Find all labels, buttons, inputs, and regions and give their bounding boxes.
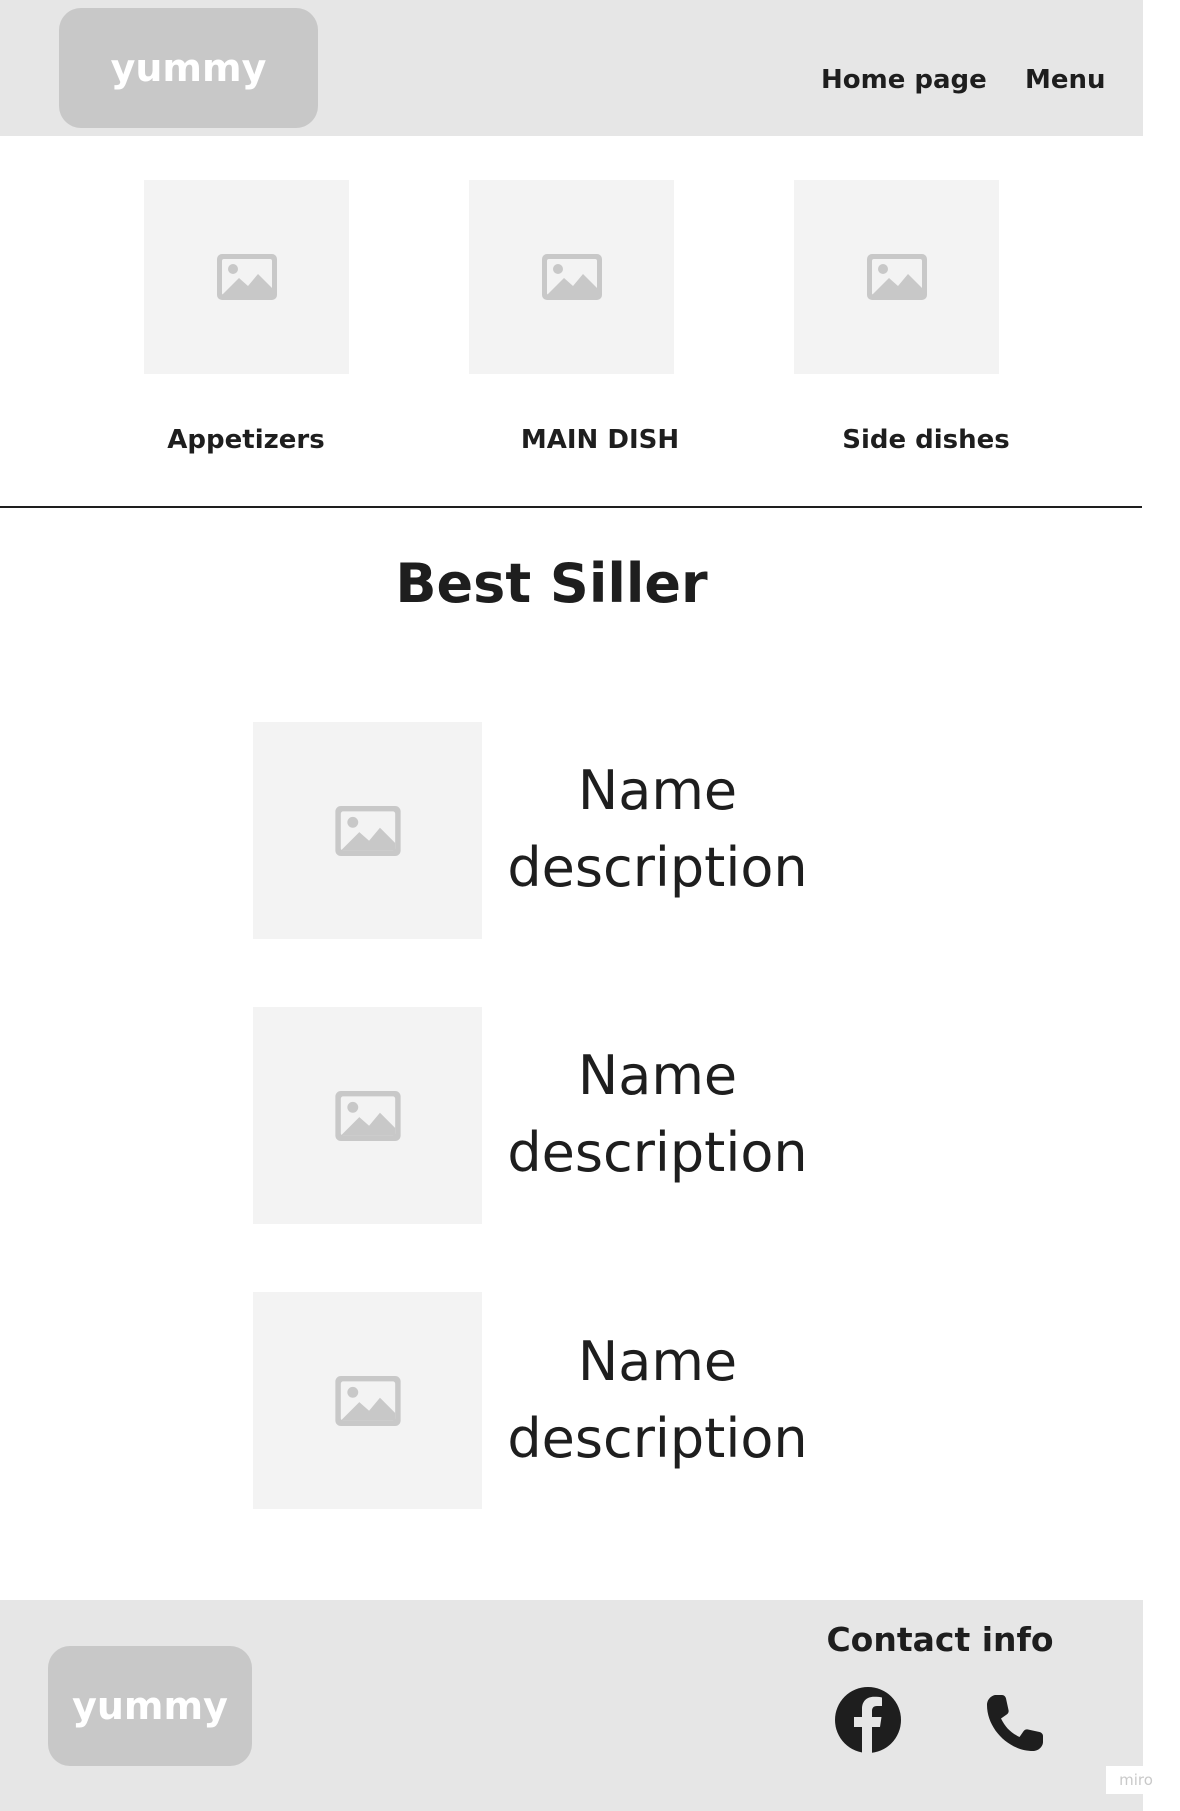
best-seller-item-name: Name: [577, 759, 738, 822]
image-placeholder-icon: [334, 1090, 401, 1141]
best-seller-item-description: description: [507, 1407, 808, 1470]
image-placeholder-icon: [541, 254, 602, 300]
nav-home-page[interactable]: Home page: [821, 65, 987, 95]
category-image-main-dish[interactable]: [469, 180, 674, 374]
best-seller-item-description: description: [507, 1121, 808, 1184]
best-seller-item-text[interactable]: Name description: [505, 752, 810, 906]
contact-info-title: Contact info: [826, 1620, 1054, 1659]
best-seller-item-description: description: [507, 836, 808, 899]
best-seller-item-name: Name: [577, 1044, 738, 1107]
best-seller-image[interactable]: [253, 1007, 482, 1224]
image-placeholder-icon: [334, 1375, 401, 1426]
best-seller-item-text[interactable]: Name description: [505, 1037, 810, 1191]
category-image-side-dishes[interactable]: [794, 180, 999, 374]
category-label-appetizers[interactable]: Appetizers: [96, 425, 396, 455]
nav-menu[interactable]: Menu: [1025, 65, 1106, 95]
best-seller-image[interactable]: [253, 722, 482, 939]
category-image-appetizers[interactable]: [144, 180, 349, 374]
best-seller-title: Best Siller: [395, 552, 708, 615]
best-seller-item-name: Name: [577, 1330, 738, 1393]
image-placeholder-icon: [334, 805, 401, 856]
footer-logo[interactable]: yummy: [48, 1646, 252, 1766]
phone-icon[interactable]: [984, 1692, 1046, 1754]
image-placeholder-icon: [866, 254, 927, 300]
image-placeholder-icon: [216, 254, 277, 300]
best-seller-image[interactable]: [253, 1292, 482, 1509]
best-seller-item-text[interactable]: Name description: [505, 1323, 810, 1477]
category-label-main-dish[interactable]: MAIN DISH: [450, 425, 750, 455]
category-label-side-dishes[interactable]: Side dishes: [776, 425, 1076, 455]
facebook-icon[interactable]: [834, 1686, 902, 1754]
header-logo[interactable]: yummy: [59, 8, 318, 128]
miro-watermark: miro: [1106, 1766, 1166, 1794]
section-divider: [0, 506, 1142, 508]
